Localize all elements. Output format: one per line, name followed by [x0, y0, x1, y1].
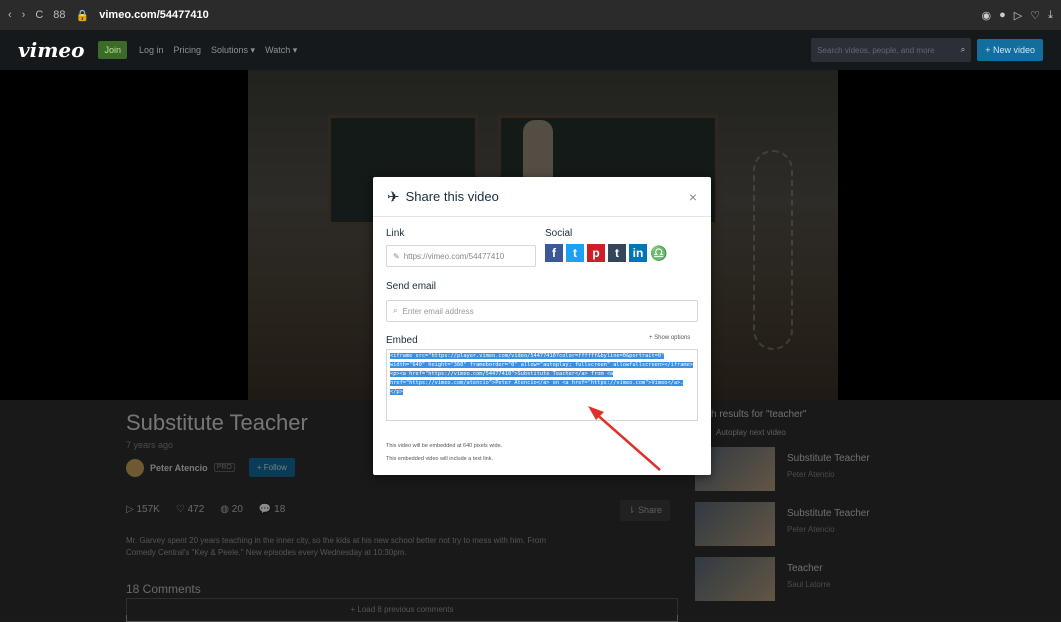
- annotation-arrow: [588, 406, 661, 471]
